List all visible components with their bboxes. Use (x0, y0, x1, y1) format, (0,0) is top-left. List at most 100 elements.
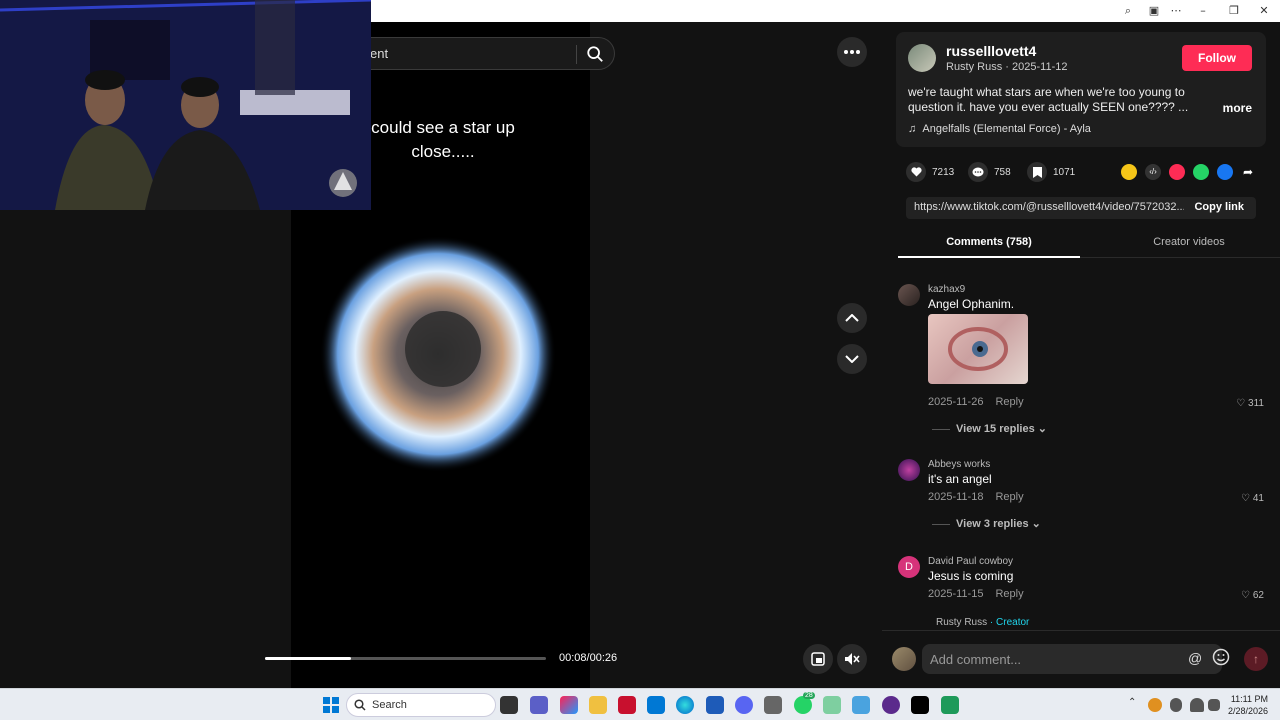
comment-date: 2025-11-15 (928, 588, 984, 600)
screen: ⌕ ▣ ⋯ – ❐ ✕ ent could see a star up clos… (0, 0, 1280, 720)
comment-stat[interactable]: 758 (968, 162, 1011, 182)
tray-chevron-icon[interactable]: ⌃ (1128, 697, 1136, 708)
zoom-icon[interactable]: ⌕ (1120, 3, 1136, 19)
tab-comments[interactable]: Comments (758) (898, 236, 1080, 248)
more-options-button[interactable] (837, 37, 867, 67)
comment-like[interactable]: ♡ 41 (1241, 493, 1264, 504)
clock[interactable]: 11:11 PM 2/28/2026 (1226, 693, 1268, 717)
video-progress-bar[interactable] (265, 657, 546, 660)
ellipsis-icon (844, 50, 860, 54)
save-stat[interactable]: 1071 (1027, 162, 1075, 182)
reply-button[interactable]: Reply (995, 491, 1023, 503)
restore-button[interactable]: ❐ (1226, 3, 1242, 19)
mute-button[interactable] (837, 644, 867, 674)
heart-icon (906, 162, 926, 182)
more-button[interactable]: more (1223, 101, 1252, 115)
webcam-overlay (0, 0, 371, 210)
commenter-name[interactable]: Abbeys works (928, 459, 990, 470)
taskbar-search[interactable]: Search (346, 693, 496, 717)
webcam-scene (0, 0, 371, 210)
browser-menu-icon[interactable]: ⋯ (1168, 3, 1184, 19)
minimize-button[interactable]: – (1195, 3, 1211, 19)
view-replies-button[interactable]: View 3 replies ⌄ (932, 517, 1041, 530)
task-view-icon[interactable] (500, 696, 518, 714)
copy-link-button[interactable]: Copy link (1194, 201, 1244, 213)
share-url[interactable]: https://www.tiktok.com/@russelllovett4/v… (914, 201, 1184, 213)
app-available-icon[interactable]: ▣ (1146, 3, 1162, 19)
next-video-button[interactable] (837, 344, 867, 374)
emoji-icon[interactable] (1212, 648, 1230, 666)
repost-icon[interactable] (1121, 164, 1137, 180)
reply-button[interactable]: Reply (995, 396, 1023, 408)
facebook-icon[interactable] (1217, 164, 1233, 180)
taskbar-search-label: Search (372, 699, 407, 711)
tiktok-icon[interactable] (911, 696, 929, 714)
comment-like-count: 41 (1252, 493, 1264, 504)
app-icon[interactable] (941, 696, 959, 714)
music-note-icon: ♫ (908, 123, 917, 135)
view-replies-button[interactable]: View 15 replies ⌄ (932, 422, 1047, 435)
app-icon[interactable] (823, 696, 841, 714)
add-comment-bar: @ ↑ (882, 630, 1280, 688)
comment-input[interactable] (922, 644, 1222, 674)
creator-badge: · Creator (989, 617, 1030, 628)
post-comment-button[interactable]: ↑ (1244, 647, 1268, 671)
commenter-avatar[interactable]: D (898, 556, 920, 578)
volume-icon[interactable] (1208, 699, 1220, 711)
clock-date: 2/28/2026 (1227, 706, 1268, 716)
app-icon[interactable] (882, 696, 900, 714)
like-stat[interactable]: 7213 (906, 162, 954, 182)
search-text[interactable]: ent (370, 46, 388, 61)
app-icon[interactable] (618, 696, 636, 714)
share-link-box: https://www.tiktok.com/@russelllovett4/v… (906, 197, 1256, 219)
reply-button[interactable]: Reply (995, 588, 1023, 600)
comment-like[interactable]: ♡ 62 (1241, 590, 1264, 601)
tab-creator-videos[interactable]: Creator videos (1098, 236, 1280, 248)
video-caption: could see a star up close..... (358, 116, 528, 164)
calculator-icon[interactable] (764, 696, 782, 714)
previous-video-button[interactable] (837, 303, 867, 333)
notification-badge: 28 (803, 692, 815, 699)
video-time: 00:08/00:26 (559, 652, 618, 664)
comment-item: D David Paul cowboy Jesus is coming 2025… (898, 556, 1268, 616)
comment-item: Abbeys works it's an angel 2025-11-18 Rep… (898, 459, 1268, 539)
embed-icon[interactable]: ‹/› (1145, 164, 1161, 180)
comment-like-count: 311 (1248, 398, 1264, 409)
chevron-down-icon (845, 355, 859, 363)
teams-icon[interactable] (530, 696, 548, 714)
commenter-avatar[interactable] (898, 284, 920, 306)
search-bar[interactable]: ent (360, 37, 615, 70)
creator-avatar[interactable] (908, 44, 936, 72)
follow-button[interactable]: Follow (1182, 45, 1252, 71)
store-icon[interactable] (706, 696, 724, 714)
whatsapp-icon[interactable] (1193, 164, 1209, 180)
commenter-name[interactable]: David Paul cowboy (928, 556, 1013, 567)
file-explorer-icon[interactable] (589, 696, 607, 714)
music-link[interactable]: ♫ Angelfalls (Elemental Force) - Ayla (908, 123, 1091, 135)
mention-icon[interactable]: @ (1188, 650, 1202, 666)
comment-image[interactable] (928, 314, 1028, 384)
copilot-icon[interactable] (560, 696, 578, 714)
creator-subline: Rusty Russ · 2025-11-12 (946, 61, 1068, 73)
send-to-friends-icon[interactable] (1169, 164, 1185, 180)
app-icon[interactable] (647, 696, 665, 714)
discord-icon[interactable] (735, 696, 753, 714)
microphone-icon[interactable] (1170, 698, 1182, 712)
windows-start-icon[interactable] (322, 696, 340, 714)
comment-image-art (948, 327, 1008, 371)
wifi-icon[interactable] (1190, 698, 1204, 712)
search-icon[interactable] (586, 45, 604, 63)
creator-reply-name[interactable]: Rusty Russ (936, 617, 987, 628)
commenter-name[interactable]: kazhax9 (928, 284, 965, 295)
app-icon[interactable] (852, 696, 870, 714)
comment-like[interactable]: ♡ 311 (1236, 398, 1264, 409)
edge-icon[interactable] (676, 696, 694, 714)
close-button[interactable]: ✕ (1256, 3, 1272, 19)
caption-line-2: close..... (411, 142, 475, 161)
tray-app-icon[interactable] (1148, 698, 1162, 712)
pip-button[interactable] (803, 644, 833, 674)
share-arrow-icon[interactable]: ➦ (1240, 164, 1256, 180)
creator-username[interactable]: russelllovett4 (946, 43, 1036, 59)
commenter-avatar[interactable] (898, 459, 920, 481)
comment-like-count: 62 (1252, 590, 1264, 601)
